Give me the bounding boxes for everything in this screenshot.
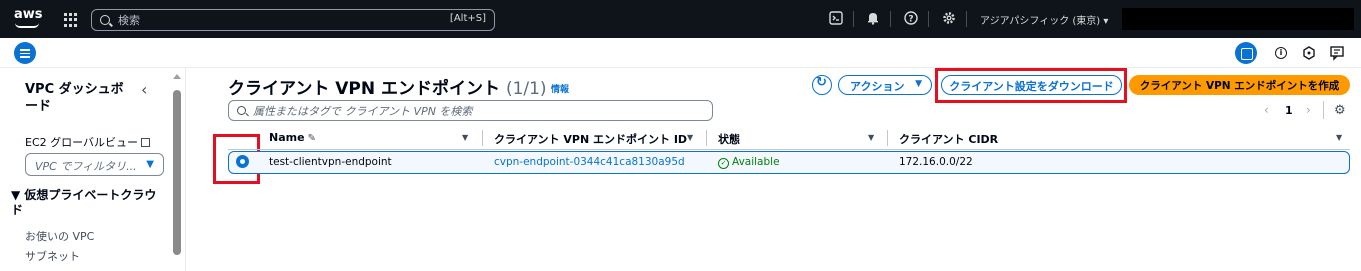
table-header-divider xyxy=(228,149,1350,150)
region-selector[interactable]: アジアパシフィック (東京) ▾ xyxy=(980,12,1108,27)
collapse-sidebar-icon[interactable]: ‹ xyxy=(141,80,147,99)
nav-divider xyxy=(928,11,929,27)
gear-icon[interactable] xyxy=(941,11,957,27)
hexagon-icon[interactable] xyxy=(1298,42,1320,64)
vpc-filter-select[interactable]: VPC でフィルタリ... ▼ xyxy=(25,153,164,176)
refresh-button[interactable] xyxy=(812,75,832,95)
help-icon[interactable]: ? xyxy=(903,11,919,27)
actions-dropdown-button[interactable]: アクション ▼ xyxy=(838,75,932,95)
sidebar-item-label: EC2 グローバルビュー xyxy=(25,136,139,149)
pagination-next-icon[interactable]: › xyxy=(1306,103,1311,117)
scrollbar-thumb[interactable] xyxy=(173,90,181,255)
column-header-label: Name xyxy=(269,131,305,144)
column-header-status[interactable]: 状態 xyxy=(718,131,740,147)
aws-logo[interactable]: aws xyxy=(14,7,43,30)
column-header-client-cidr[interactable]: クライアント CIDR xyxy=(899,131,998,147)
global-search-input[interactable] xyxy=(118,12,418,28)
sort-caret-icon[interactable]: ▼ xyxy=(462,133,468,142)
column-resizer[interactable] xyxy=(482,130,483,146)
pencil-icon: ✎ xyxy=(307,133,316,144)
caret-down-icon: ▼ xyxy=(146,159,154,170)
table-row[interactable] xyxy=(228,151,1350,174)
nav-divider xyxy=(890,11,891,27)
column-resizer[interactable] xyxy=(706,130,707,146)
hamburger-menu-icon[interactable] xyxy=(14,42,36,64)
aws-logo-text: aws xyxy=(14,7,43,22)
sidebar-item-ec2-global-view[interactable]: EC2 グローバルビュー xyxy=(25,134,151,150)
info-panel-icon[interactable]: i xyxy=(1270,42,1292,64)
actions-label: アクション xyxy=(850,80,905,93)
page-title: クライアント VPN エンドポイント (1/1) xyxy=(228,74,547,99)
global-search[interactable]: [Alt+S] xyxy=(91,9,495,31)
account-menu-redacted[interactable] xyxy=(1122,8,1354,30)
bell-icon[interactable] xyxy=(865,11,881,27)
search-shortcut-hint: [Alt+S] xyxy=(449,13,486,24)
secondary-toolbar: i xyxy=(0,38,1361,68)
vpc-filter-placeholder: VPC でフィルタリ... xyxy=(35,160,137,173)
sort-caret-icon[interactable]: ▼ xyxy=(868,133,874,142)
cell-endpoint-id-link[interactable]: cvpn-endpoint-0344c41ca8130a95d xyxy=(494,156,685,168)
side-navigation: VPC ダッシュボード ‹ EC2 グローバルビュー VPC でフィルタリ...… xyxy=(0,68,186,271)
sidebar-title[interactable]: VPC ダッシュボード xyxy=(25,81,135,115)
cell-client-cidr: 172.16.0.0/22 xyxy=(899,156,973,168)
sidebar-scrollbar[interactable] xyxy=(172,68,182,271)
caret-down-icon: ▼ xyxy=(915,79,922,89)
status-text: Available xyxy=(732,156,780,168)
endpoint-filter[interactable] xyxy=(228,100,713,121)
cell-status: ✓ Available xyxy=(718,156,780,169)
services-grid-icon[interactable] xyxy=(64,13,78,27)
endpoint-filter-input[interactable] xyxy=(253,103,693,119)
top-navigation: aws [Alt+S] ? アジアパシフィック (東京) ▾ xyxy=(0,0,1361,38)
sort-caret-icon[interactable]: ▼ xyxy=(687,133,693,142)
cell-name: test-clientvpn-endpoint xyxy=(269,156,392,168)
cloudshell-icon[interactable] xyxy=(828,11,844,27)
annotation-highlight-download xyxy=(935,68,1127,103)
sort-caret-icon[interactable]: ▼ xyxy=(1336,133,1342,142)
nav-divider xyxy=(853,11,854,27)
pagination-divider xyxy=(1323,101,1324,119)
split-panel-icon[interactable] xyxy=(1235,42,1257,64)
external-link-icon xyxy=(141,138,151,147)
search-icon xyxy=(237,106,246,115)
info-link[interactable]: 情報 xyxy=(551,82,569,95)
svg-text:?: ? xyxy=(908,15,913,25)
status-check-icon: ✓ xyxy=(718,158,729,169)
pagination-current-page[interactable]: 1 xyxy=(1285,104,1293,117)
sidebar-item-your-vpcs[interactable]: お使いの VPC xyxy=(25,228,94,244)
table-settings-gear-icon[interactable]: ⚙ xyxy=(1334,103,1346,118)
search-icon xyxy=(100,15,110,25)
sidebar-section-vpc[interactable]: ▼ 仮想プライベートクラウド xyxy=(11,188,161,218)
column-header-endpoint-id[interactable]: クライアント VPN エンドポイント ID xyxy=(494,131,687,147)
row-select-radio[interactable] xyxy=(236,155,249,168)
aws-smile-mark xyxy=(15,23,39,28)
nav-divider xyxy=(966,11,967,27)
column-resizer[interactable] xyxy=(887,130,888,146)
pagination-prev-icon[interactable]: ‹ xyxy=(1264,103,1269,117)
selection-count: (1/1) xyxy=(505,79,547,99)
create-client-vpn-endpoint-button[interactable]: クライアント VPN エンドポイントを作成 xyxy=(1129,75,1350,95)
sidebar-item-subnets[interactable]: サブネット xyxy=(25,248,80,264)
scroll-up-arrow-icon[interactable] xyxy=(173,74,181,79)
column-header-name[interactable]: Name ✎ xyxy=(269,131,316,144)
page-title-text: クライアント VPN エンドポイント xyxy=(228,79,501,99)
feedback-icon[interactable] xyxy=(1326,42,1348,64)
